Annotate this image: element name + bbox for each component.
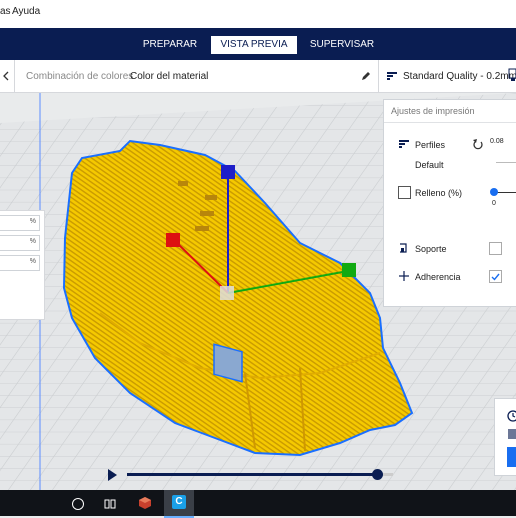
search-circle-icon[interactable] xyxy=(72,498,84,510)
menu-item-partial[interactable]: as xyxy=(0,6,11,17)
move-x-handle[interactable] xyxy=(166,233,180,247)
infill-value: 0 xyxy=(492,200,496,207)
slice-button[interactable] xyxy=(507,447,516,467)
adhesion-checkbox[interactable] xyxy=(489,270,502,283)
play-icon[interactable] xyxy=(105,468,119,482)
adhesion-icon xyxy=(398,270,410,282)
move-z-handle[interactable] xyxy=(221,165,235,179)
menu-bar: as Ayuda xyxy=(0,0,516,28)
tab-monitor[interactable]: SUPERVISAR xyxy=(305,36,379,54)
collapse-left-arrow-icon[interactable] xyxy=(0,60,15,92)
infill-label: Relleno (%) xyxy=(415,188,463,198)
cura-app-icon[interactable]: C xyxy=(164,490,194,518)
panel-title: Ajustes de impresión xyxy=(391,106,475,116)
infill-slider-handle[interactable] xyxy=(490,188,498,196)
toolbar-divider xyxy=(378,60,379,92)
color-scheme-select[interactable]: Color del material xyxy=(130,71,208,82)
clock-icon xyxy=(507,409,516,422)
reset-profile-icon[interactable] xyxy=(472,138,484,150)
support-label: Soporte xyxy=(415,244,447,254)
tab-preview[interactable]: VISTA PREVIA xyxy=(211,36,297,54)
color-scheme-label: Combinación de colores xyxy=(26,71,134,82)
cura-logo-icon: C xyxy=(172,495,186,509)
unit-label: % xyxy=(29,238,36,245)
print-estimate-panel xyxy=(494,398,516,476)
stage-bar: PREPARAR VISTA PREVIA SUPERVISAR xyxy=(0,28,516,60)
profiles-icon xyxy=(398,138,410,150)
tab-prepare[interactable]: PREPARAR xyxy=(135,36,205,54)
scale-x-field[interactable]: % xyxy=(0,215,40,231)
print-settings-panel: Ajustes de impresión Perfiles 0.08 Defau… xyxy=(383,99,516,307)
timeline-handle[interactable] xyxy=(372,469,384,480)
unit-label: % xyxy=(29,258,36,265)
move-y-handle[interactable] xyxy=(342,263,356,277)
windows-taskbar: C xyxy=(0,490,516,518)
scale-panel: % % % xyxy=(0,210,45,320)
layer-height-value: 0.08 xyxy=(490,138,504,145)
preview-toolbar: Combinación de colores Color del materia… xyxy=(0,60,516,93)
profile-default-label: Default xyxy=(415,160,444,170)
quality-profile-icon xyxy=(386,70,398,82)
infill-checkbox[interactable] xyxy=(398,186,411,199)
support-icon xyxy=(398,242,410,254)
support-checkbox[interactable] xyxy=(489,242,502,255)
profiles-label: Perfiles xyxy=(415,140,446,150)
checkmark-icon xyxy=(491,273,500,281)
task-view-icon[interactable] xyxy=(104,497,116,509)
layer-slider-track[interactable] xyxy=(496,162,516,163)
menu-item-help[interactable]: Ayuda xyxy=(12,6,40,17)
printer-config-icon[interactable] xyxy=(508,68,516,82)
quality-profile-selector[interactable]: Standard Quality - 0.2mm xyxy=(403,71,516,82)
unit-label: % xyxy=(29,218,36,225)
layer-timeline xyxy=(95,462,415,486)
edit-pencil-icon[interactable] xyxy=(360,70,372,82)
adhesion-label: Adherencia xyxy=(415,272,461,282)
app-3d-icon[interactable] xyxy=(138,496,152,510)
scale-y-field[interactable]: % xyxy=(0,235,40,251)
material-icon xyxy=(508,429,516,439)
timeline-progress xyxy=(127,473,378,476)
scale-z-field[interactable]: % xyxy=(0,255,40,271)
timeline-track[interactable] xyxy=(127,473,393,476)
